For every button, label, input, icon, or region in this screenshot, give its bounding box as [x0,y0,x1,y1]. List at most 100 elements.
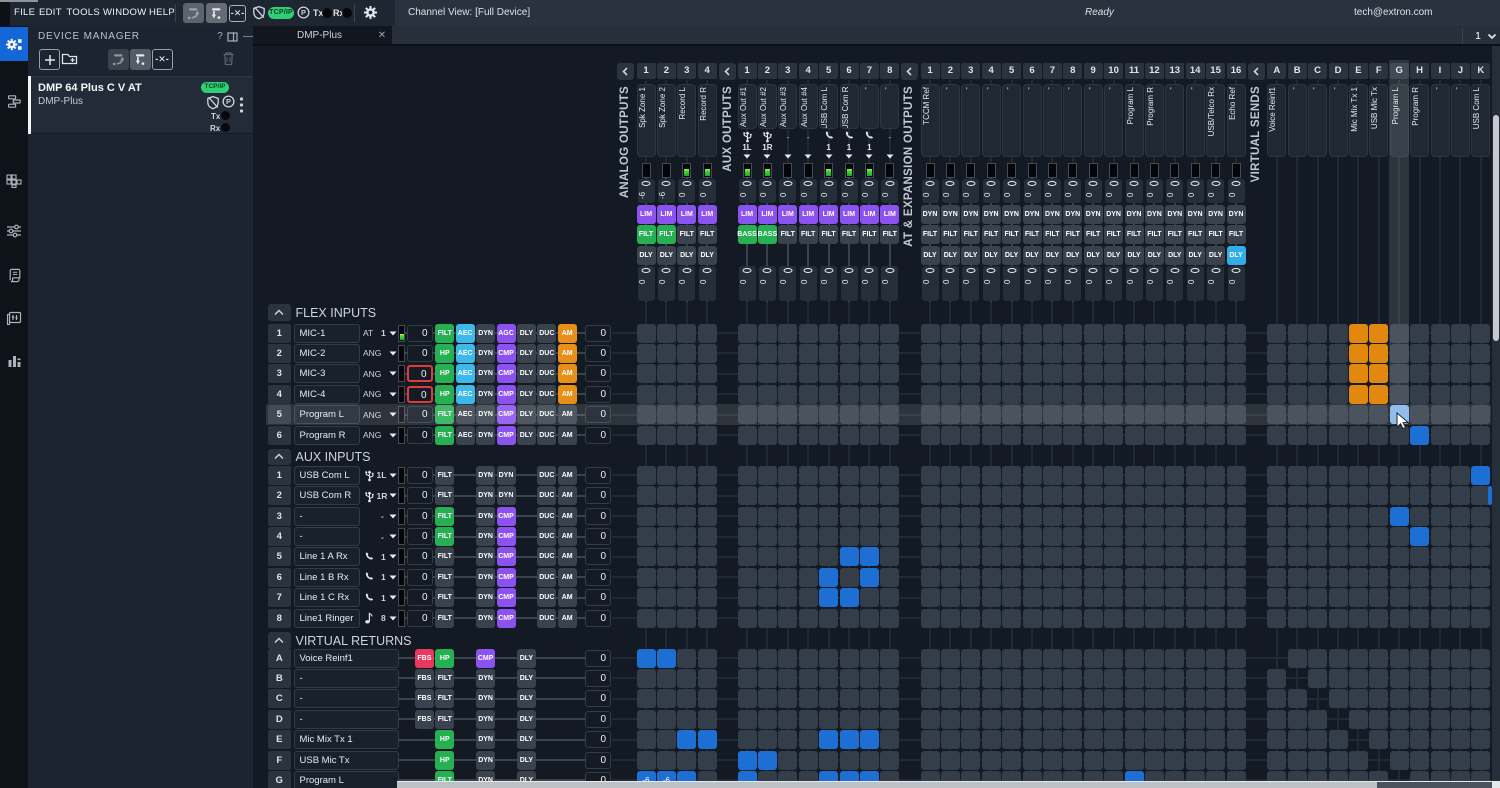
crosspoint-cell[interactable] [1063,385,1082,404]
crosspoint-cell[interactable] [698,669,717,688]
dsp-block-fbs[interactable]: FBS [415,649,434,668]
crosspoint-cell[interactable] [799,710,818,729]
output-col-name[interactable]: - [1023,84,1042,157]
output-col-number[interactable]: K [1471,63,1490,79]
output-trim-fader[interactable]: 0 [881,266,898,301]
crosspoint-cell[interactable] [1329,649,1348,668]
dsp-block-dyn[interactable]: DYN [476,364,495,383]
crosspoint-cell[interactable] [1043,588,1062,607]
crosspoint-cell[interactable] [758,669,777,688]
output-trim-fader[interactable]: 0 [1003,266,1020,301]
crosspoint-cell[interactable] [1145,710,1164,729]
crosspoint-cell[interactable] [1431,426,1450,445]
crosspoint-cell[interactable] [1186,588,1205,607]
output-gain-fader[interactable]: 0 [678,179,695,203]
crosspoint-cell[interactable] [778,710,797,729]
crosspoint-cell[interactable] [1063,466,1082,485]
input-dropdown-icon[interactable] [389,331,397,336]
crosspoint-cell[interactable] [1206,426,1225,445]
input-trim-box[interactable]: 0 [585,386,611,403]
output-col-number[interactable]: G [1390,63,1409,79]
output-col-name[interactable]: Mic Mix Tx 1 [1349,84,1368,157]
dsp-block-dly[interactable]: DLY [1104,246,1123,265]
crosspoint-cell[interactable] [1308,568,1327,587]
output-gain-fader[interactable]: 0 [739,179,756,203]
dsp-block-hp[interactable]: HP [435,730,454,749]
crosspoint-cell[interactable] [1186,507,1205,526]
crosspoint-cell[interactable] [637,751,656,770]
crosspoint-cell[interactable] [840,364,859,383]
kebab-menu-icon[interactable] [239,97,244,114]
crosspoint-cell[interactable] [1227,710,1246,729]
input-trim-box[interactable]: 0 [585,610,611,627]
chevron-down-icon[interactable] [1486,26,1498,46]
crosspoint-cell[interactable] [1308,364,1327,383]
output-col-number[interactable]: 12 [1145,63,1164,79]
crosspoint-cell[interactable] [1308,649,1327,668]
dsp-block-dly[interactable]: DLY [1125,246,1144,265]
input-row-number[interactable]: G [268,771,292,788]
dsp-block-am[interactable]: AM [558,609,577,628]
input-dropdown-icon[interactable] [389,433,397,438]
output-gain-fader[interactable]: 0 [1085,179,1102,203]
crosspoint-cell[interactable] [1145,689,1164,708]
output-col-name[interactable]: - [1104,84,1123,157]
crosspoint-cell[interactable] [657,689,676,708]
dsp-block-filt[interactable]: FILT [435,609,454,628]
dsp-block-dly[interactable]: DLY [517,751,536,770]
crosspoint-cell[interactable] [1084,405,1103,424]
crosspoint-cell[interactable] [637,466,656,485]
input-row-name[interactable]: Mic Mix Tx 1 [294,730,399,749]
dsp-block-dyn[interactable]: DYN [476,547,495,566]
crosspoint-cell[interactable] [1063,710,1082,729]
crosspoint-cell[interactable] [1308,547,1327,566]
crosspoint-cell[interactable] [819,324,838,343]
output-col-name[interactable]: Spk Zone 1 [637,84,656,157]
crosspoint-cell[interactable] [1369,405,1388,424]
crosspoint-cell[interactable] [1206,527,1225,546]
crosspoint-cell[interactable] [1451,324,1470,343]
crosspoint-cell[interactable] [1431,507,1450,526]
crosspoint-cell[interactable] [961,324,980,343]
crosspoint-cell[interactable] [982,507,1001,526]
crosspoint-cell[interactable] [921,426,940,445]
crosspoint-cell[interactable] [982,364,1001,383]
crosspoint-cell[interactable] [1145,364,1164,383]
dsp-block-aec[interactable]: AEC [456,385,475,404]
crosspoint-cell[interactable] [1349,385,1368,404]
crosspoint-cell[interactable] [698,609,717,628]
dsp-block-dyn[interactable]: DYN [1206,205,1225,224]
crosspoint-cell[interactable] [778,364,797,383]
output-col-number[interactable]: I [1431,63,1450,79]
crosspoint-cell[interactable] [1471,364,1490,383]
crosspoint-cell[interactable] [1431,405,1450,424]
crosspoint-cell[interactable] [1165,324,1184,343]
crosspoint-cell[interactable] [1186,364,1205,383]
input-dropdown-icon[interactable] [389,595,397,600]
crosspoint-cell[interactable] [982,466,1001,485]
crosspoint-cell[interactable] [1125,669,1144,688]
dsp-block-am[interactable]: AM [558,466,577,485]
crosspoint-cell[interactable] [1186,710,1205,729]
output-col-number[interactable]: 9 [1084,63,1103,79]
dsp-block-cmp[interactable]: CMP [497,385,516,404]
output-col-number[interactable]: 14 [1186,63,1205,79]
crosspoint-cell[interactable] [1390,730,1409,749]
crosspoint-cell[interactable] [1104,344,1123,363]
crosspoint-cell[interactable] [1125,486,1144,505]
crosspoint-cell[interactable] [738,466,757,485]
crosspoint-cell[interactable] [1002,324,1021,343]
crosspoint-cell[interactable] [637,426,656,445]
output-col-name[interactable]: Aux Out #3 [778,84,797,129]
crosspoint-cell[interactable] [921,609,940,628]
crosspoint-cell[interactable] [1308,588,1327,607]
output-trim-fader[interactable]: 0 [983,266,1000,301]
output-col-name[interactable]: - [1431,84,1450,157]
add-folder-icon[interactable] [61,52,78,66]
output-col-number[interactable]: 1 [921,63,940,79]
crosspoint-cell[interactable] [1410,385,1429,404]
output-gain-fader[interactable]: 0 [1105,179,1122,203]
dsp-block-dyn[interactable]: DYN [476,344,495,363]
dsp-block-aec[interactable]: AEC [456,344,475,363]
crosspoint-cell[interactable] [1471,385,1490,404]
